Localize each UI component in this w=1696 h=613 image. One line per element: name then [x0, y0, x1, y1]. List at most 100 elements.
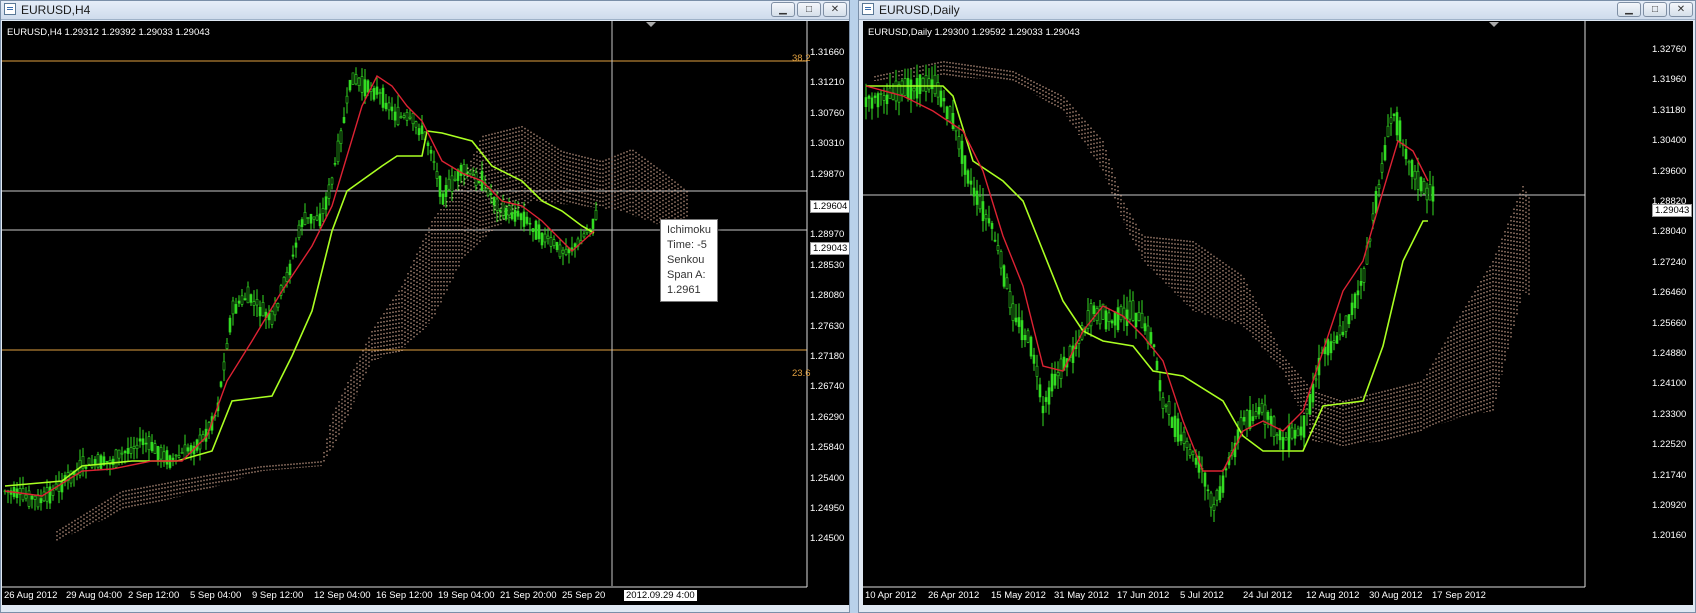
candle-body [981, 201, 985, 222]
candle-body [957, 136, 961, 150]
candle-body [414, 121, 418, 128]
candle-body [87, 457, 91, 465]
candle-body [540, 232, 544, 246]
candle-body [288, 263, 292, 276]
candle-body [372, 88, 376, 100]
close-button[interactable]: ✕ [1669, 2, 1693, 17]
candle-body [1410, 160, 1414, 177]
candle-body [1149, 332, 1153, 344]
candle-body [1215, 490, 1219, 501]
candle-body [930, 79, 934, 90]
candle-body [387, 102, 391, 111]
candle-body [1113, 311, 1117, 326]
candle-body [177, 455, 181, 458]
candle-body [291, 254, 295, 257]
candle-body [966, 170, 970, 184]
h4-chart-canvas [2, 21, 808, 588]
candle-body [492, 197, 496, 206]
candle-body [348, 79, 352, 91]
fib-level-382: 38.2 [792, 53, 811, 64]
candle-body [1092, 305, 1096, 315]
candle-body [1383, 145, 1387, 161]
candle-body [1380, 163, 1384, 173]
candle-body [537, 224, 541, 240]
candle-body [468, 170, 472, 175]
candle-body [315, 215, 319, 221]
candle-body [402, 115, 406, 118]
candle-body [237, 300, 241, 304]
candle-body [303, 212, 307, 225]
candle-body [1005, 277, 1009, 290]
daily-chart-area[interactable]: EURUSD,Daily 1.29300 1.29592 1.29033 1.2… [863, 21, 1693, 605]
candle-body [1023, 335, 1027, 341]
date-tick-label: 24 Jul 2012 [1243, 590, 1293, 601]
candle-body [132, 445, 136, 449]
candle-body [969, 180, 973, 185]
candle-body [393, 111, 397, 121]
close-button[interactable]: ✕ [823, 2, 847, 17]
candle-body [459, 164, 463, 176]
candle-body [1254, 411, 1258, 417]
h4-chart-window[interactable]: EURUSD,H4 ▁ □ ✕ EURUSD,H4 1.29312 1.2939… [0, 0, 850, 613]
price-tick-label: 1.20160 [1652, 530, 1687, 542]
candle-body [948, 106, 952, 122]
maximize-button[interactable]: □ [1643, 2, 1667, 17]
candle-body [1212, 504, 1216, 511]
candle-body [228, 317, 232, 333]
chart-window-icon [862, 3, 874, 15]
candle-body [555, 241, 559, 250]
candle-body [180, 452, 184, 454]
date-tick-label: 19 Sep 04:00 [438, 590, 495, 601]
candle-body [1059, 358, 1063, 379]
candle-body [420, 125, 424, 134]
h4-chart-area[interactable]: EURUSD,H4 1.29312 1.29392 1.29033 1.2904… [2, 21, 849, 605]
tooltip-line: Span A: [667, 269, 706, 281]
candle-body [999, 251, 1003, 269]
candle-body [1152, 344, 1156, 348]
candle-body [987, 218, 991, 224]
candle-body [1119, 306, 1123, 321]
candle-body [363, 79, 367, 97]
maximize-button[interactable]: □ [797, 2, 821, 17]
minimize-button[interactable]: ▁ [1617, 2, 1641, 17]
candle-body [1407, 161, 1411, 164]
candle-body [381, 87, 385, 108]
candle-body [294, 242, 298, 248]
candle-body [126, 448, 130, 454]
candle-body [903, 78, 907, 96]
price-tick-label: 1.21740 [1652, 469, 1687, 481]
h4-title-bar[interactable]: EURUSD,H4 ▁ □ ✕ [1, 1, 849, 20]
candle-body [405, 112, 409, 121]
candle-body [984, 214, 988, 220]
date-tick-label: 9 Sep 12:00 [252, 590, 304, 601]
candle-body [219, 381, 223, 387]
price-tick-label: 1.31210 [810, 77, 845, 89]
candle-body [138, 438, 142, 442]
chart-shift-marker-icon[interactable] [646, 22, 656, 27]
candle-body [1284, 437, 1288, 441]
daily-title-bar[interactable]: EURUSD,Daily ▁ □ ✕ [859, 1, 1695, 20]
candle-body [120, 452, 124, 455]
daily-chart-window[interactable]: EURUSD,Daily ▁ □ ✕ EURUSD,Daily 1.29300 … [858, 0, 1696, 613]
candle-body [174, 454, 178, 457]
minimize-button[interactable]: ▁ [771, 2, 795, 17]
price-tick-label: 1.31960 [1652, 74, 1687, 86]
candle-body [894, 80, 898, 102]
candle-body [1371, 213, 1375, 221]
chart-shift-marker-icon[interactable] [1489, 22, 1499, 27]
candle-body [432, 161, 436, 163]
candle-body [1053, 373, 1057, 386]
candle-body [1026, 330, 1030, 343]
candle-body [48, 486, 52, 504]
candle-body [1002, 265, 1006, 287]
candle-body [1269, 415, 1273, 426]
candle-body [909, 79, 913, 101]
candle-body [1257, 407, 1261, 415]
candle-body [1287, 424, 1291, 451]
ichimoku-cloud [56, 126, 688, 541]
candle-body [24, 494, 28, 499]
candle-body [99, 455, 103, 469]
candle-body [873, 95, 877, 98]
candle-body [1332, 340, 1336, 343]
candle-body [1386, 125, 1390, 138]
